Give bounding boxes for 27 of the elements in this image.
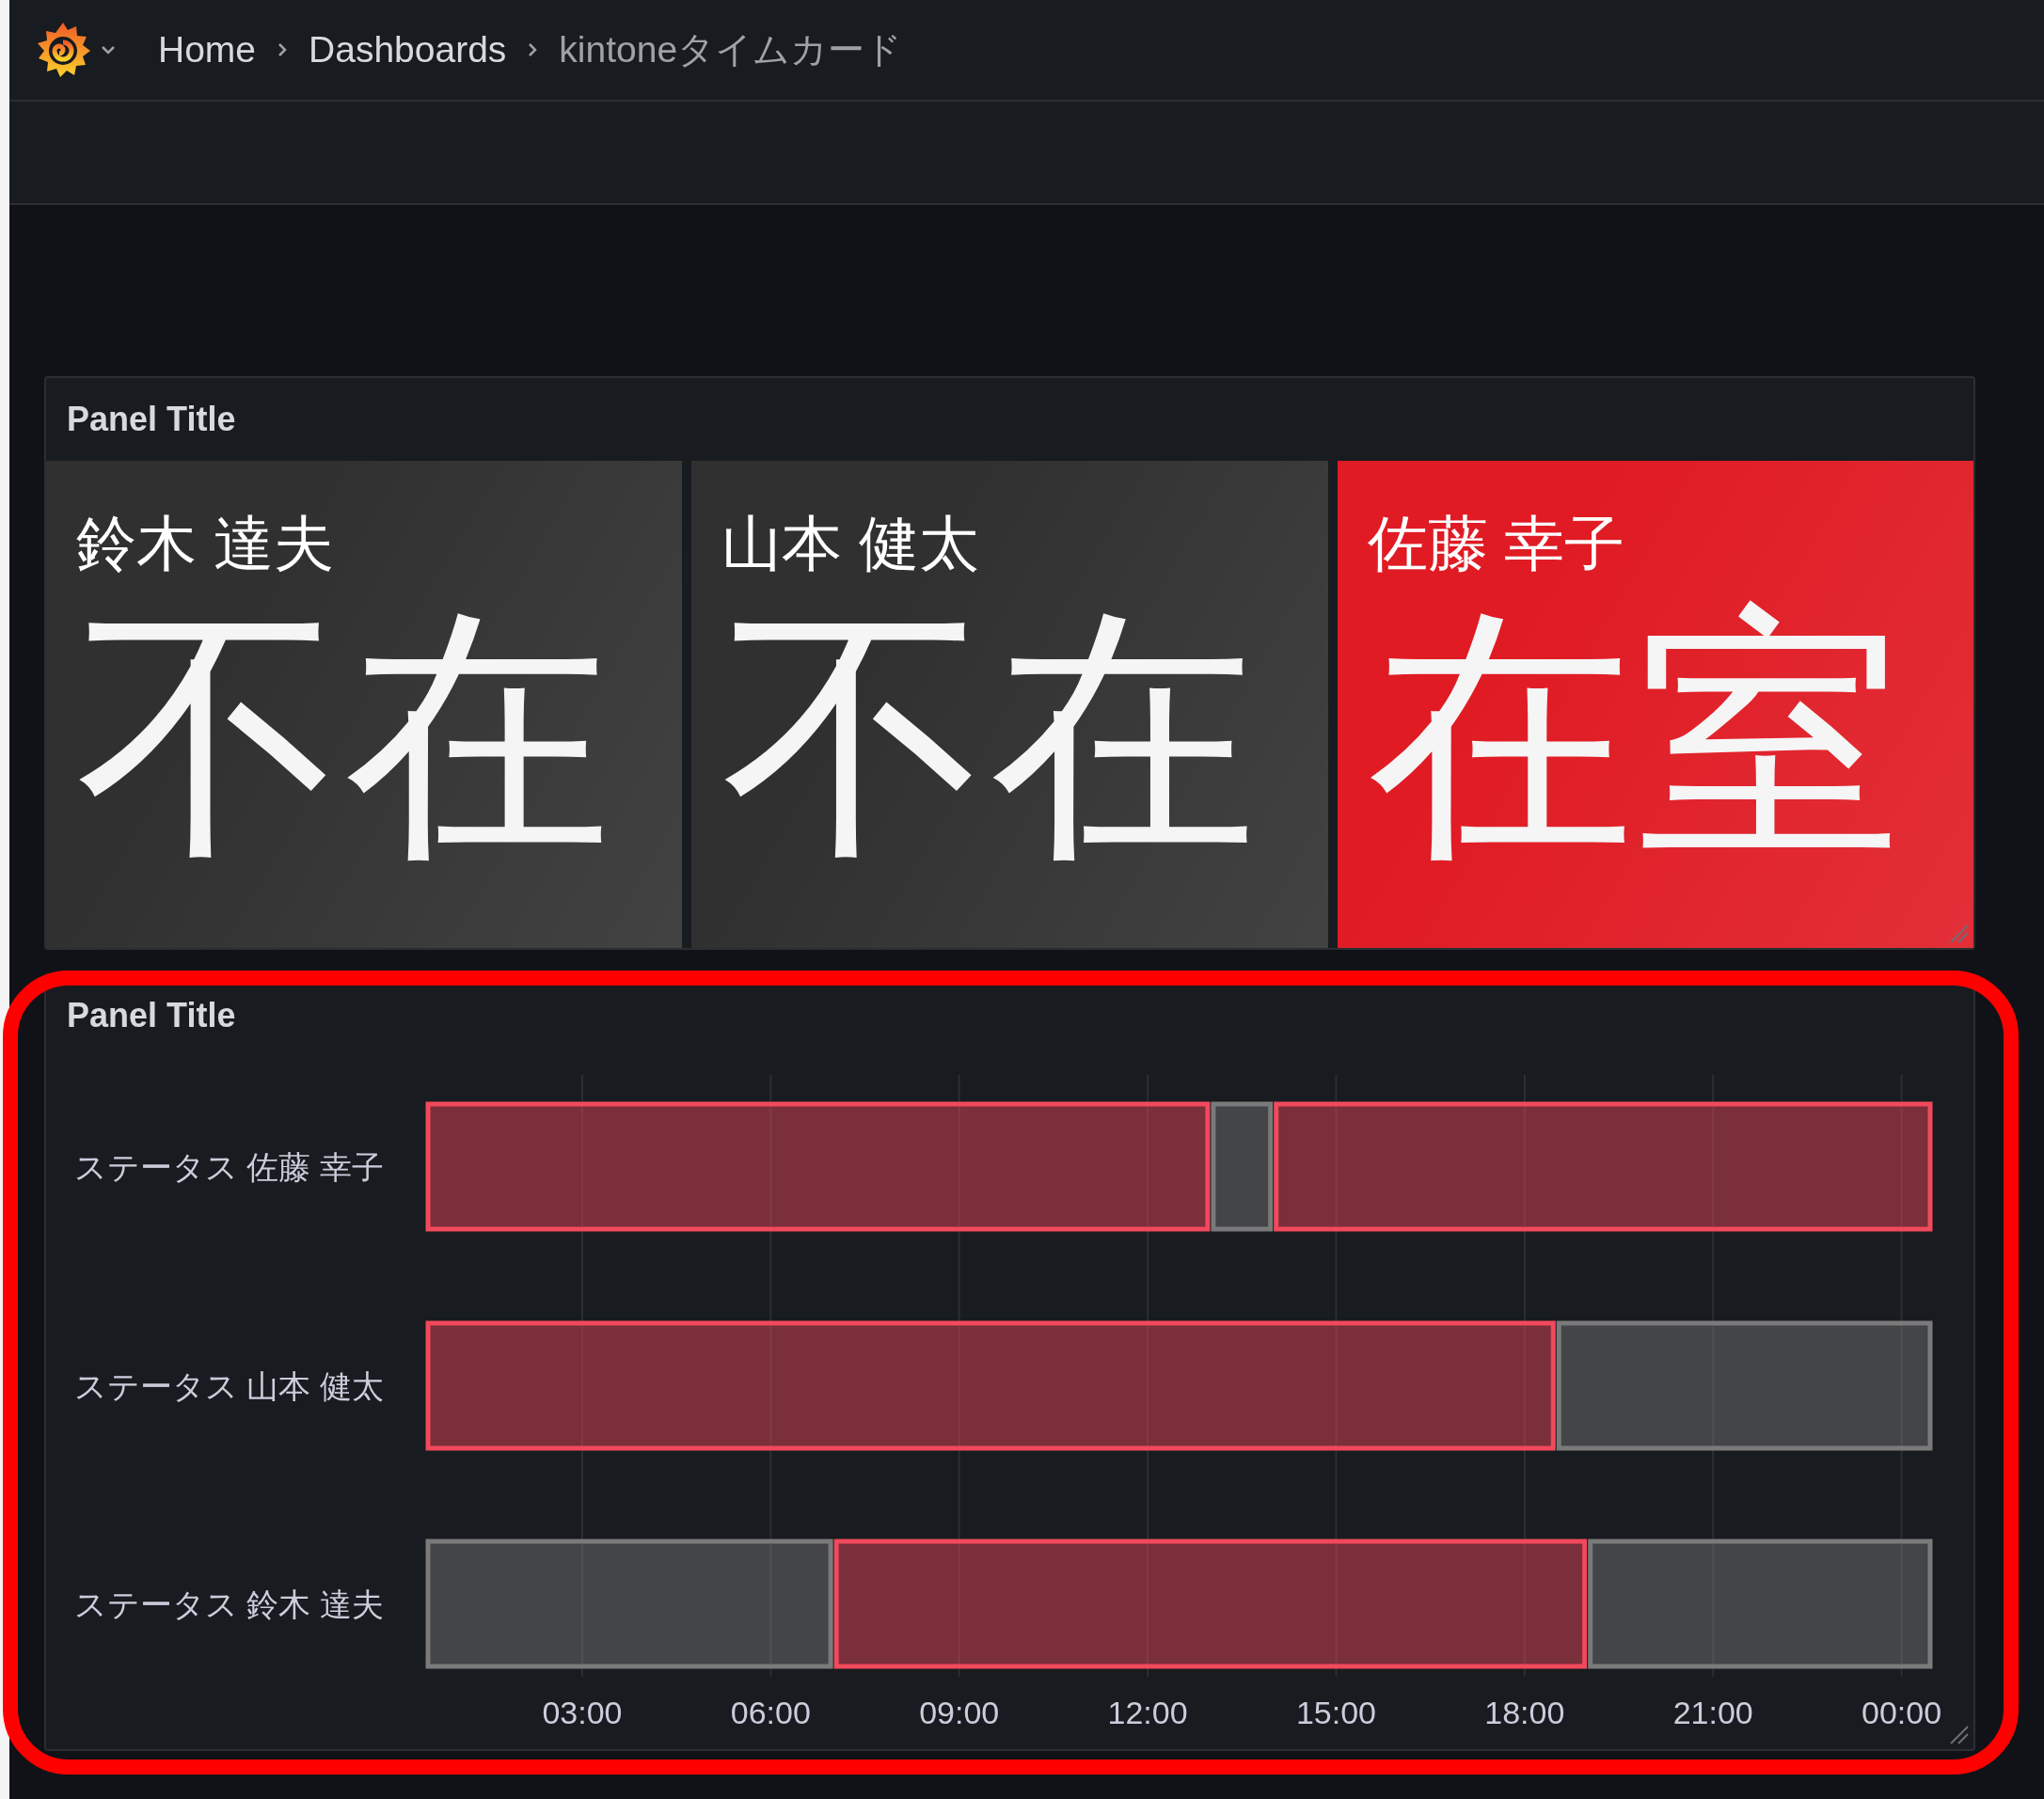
axis-tick-label: 00:00 — [1862, 1695, 1942, 1730]
person-name: 山本 健太 — [721, 513, 981, 574]
panel-title: Panel Title — [66, 995, 237, 1036]
breadcrumb-link[interactable]: kintoneタイムカード — [559, 22, 903, 78]
status-value: 不在 — [721, 602, 1260, 870]
resize-handle-icon[interactable] — [1949, 1725, 1970, 1745]
axis-tick-label: 15:00 — [1295, 1695, 1377, 1730]
status-value: 在室 — [1367, 602, 1905, 870]
row-label: ステータス 佐藤 幸子 — [74, 1148, 384, 1185]
axis-tick-label: 18:00 — [1484, 1695, 1565, 1730]
row-label: ステータス 鈴木 達夫 — [74, 1586, 384, 1622]
axis-tick-label: 06:00 — [730, 1695, 811, 1730]
axis-tick-label: 09:00 — [919, 1695, 1000, 1730]
chevron-down-icon[interactable] — [100, 44, 117, 55]
chevron-right-icon — [277, 41, 289, 58]
person-name: 佐藤 幸子 — [1367, 513, 1626, 574]
resize-handle-icon[interactable] — [1949, 923, 1970, 944]
breadcrumb-link[interactable]: Dashboards — [309, 22, 507, 78]
panel-title: Panel Title — [66, 399, 237, 440]
axis-tick-label: 12:00 — [1107, 1695, 1188, 1730]
breadcrumb-link[interactable]: Home — [158, 22, 257, 78]
row-label: ステータス 山本 健太 — [74, 1367, 384, 1404]
axis-tick-label: 21:00 — [1672, 1695, 1753, 1730]
axis-tick-label: 03:00 — [542, 1695, 623, 1730]
status-value: 不在 — [76, 602, 613, 870]
chevron-right-icon — [527, 41, 539, 58]
person-name: 鈴木 達夫 — [76, 513, 335, 574]
